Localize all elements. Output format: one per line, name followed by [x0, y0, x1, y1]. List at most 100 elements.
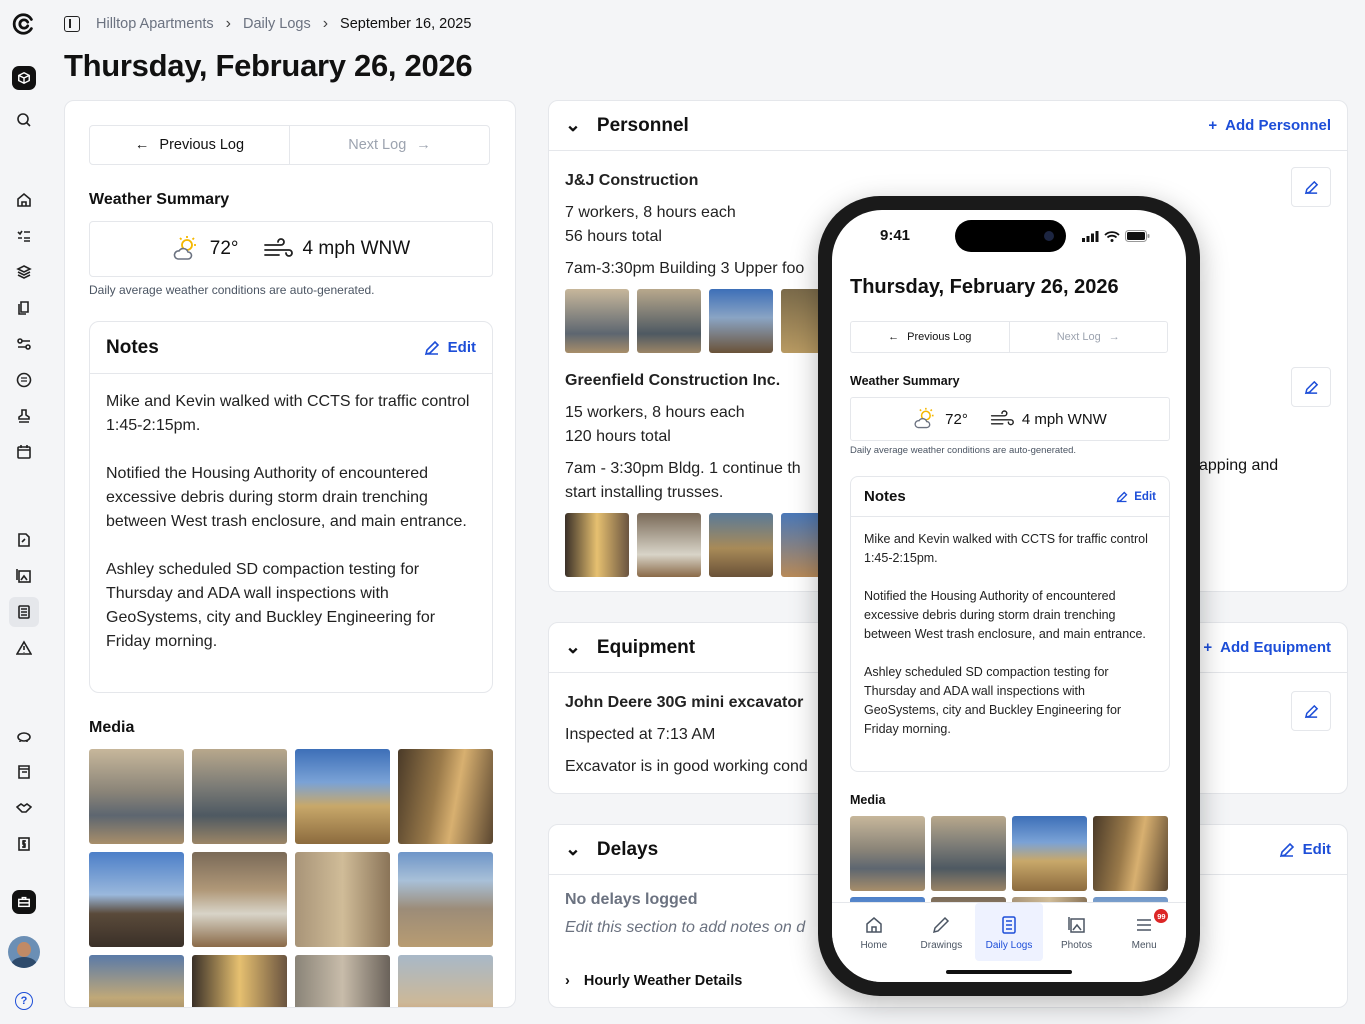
submittals-icon[interactable] [12, 528, 36, 552]
work-description-overflow: apping and [1199, 457, 1279, 474]
arrow-left-icon: ← [134, 137, 150, 153]
delays-edit-button[interactable]: Edit [1279, 841, 1331, 858]
status-time: 9:41 [880, 227, 911, 244]
next-log-button[interactable]: Next Log → [290, 126, 489, 164]
media-photo[interactable] [192, 749, 287, 844]
settings-sliders-icon[interactable] [12, 332, 36, 356]
ledger-icon[interactable] [12, 760, 36, 784]
company-name: J&J Construction [565, 172, 699, 189]
arrow-right-icon: → [416, 137, 431, 153]
media-photo[interactable] [565, 513, 629, 577]
calendar-icon[interactable] [12, 440, 36, 464]
partly-sunny-icon [173, 236, 196, 260]
note-paragraph: Notified the Housing Authority of encoun… [864, 589, 1146, 641]
phone-next-log-button[interactable]: Next Log → [1010, 322, 1168, 352]
plus-icon: + [1208, 117, 1218, 134]
media-photo[interactable] [398, 852, 493, 947]
weather-summary: 72° 4 mph WNW [89, 221, 493, 277]
weather-summary-heading: Weather Summary [89, 191, 230, 208]
media-photo[interactable] [1012, 816, 1087, 891]
search-icon[interactable] [12, 108, 36, 132]
dollar-icon[interactable] [12, 832, 36, 856]
media-photo[interactable] [637, 289, 701, 353]
rfi-icon[interactable] [12, 368, 36, 392]
chevron-down-icon[interactable]: ⌄ [565, 838, 581, 861]
hours-total: 120 hours total [565, 428, 671, 445]
media-photo[interactable] [295, 749, 390, 844]
partly-sunny-icon [914, 407, 934, 429]
add-personnel-button[interactable]: + Add Personnel [1208, 117, 1331, 134]
media-photo[interactable] [89, 749, 184, 844]
edit-equipment-button[interactable] [1291, 691, 1331, 731]
note-paragraph: Mike and Kevin walked with CCTS for traf… [106, 393, 470, 434]
battery-icon [1125, 230, 1150, 242]
edit-personnel-button[interactable] [1291, 167, 1331, 207]
media-photo[interactable] [89, 852, 184, 947]
hourly-weather-toggle[interactable]: › Hourly Weather Details [565, 973, 742, 989]
daily-logs-icon [1002, 916, 1016, 934]
pencil-icon [1304, 180, 1318, 194]
delays-heading: Delays [596, 838, 659, 860]
media-photo[interactable] [192, 852, 287, 947]
photos-icon[interactable] [12, 564, 36, 588]
toolbox-icon[interactable] [12, 890, 36, 914]
phone-weather-summary: 72° 4 mph WNW [850, 397, 1170, 441]
layers-icon[interactable] [12, 260, 36, 284]
chevron-down-icon[interactable]: ⌄ [565, 636, 581, 659]
equipment-heading: Equipment [596, 636, 696, 658]
documents-icon[interactable] [12, 296, 36, 320]
tab-home[interactable]: Home [840, 903, 908, 982]
personnel-photos [565, 513, 845, 577]
phone-wind: 4 mph WNW [1021, 410, 1107, 428]
personnel-heading: Personnel [596, 114, 689, 136]
delays-hint: Edit this section to add notes on d [565, 919, 806, 936]
company-name: Greenfield Construction Inc. [565, 372, 781, 389]
project-box-icon[interactable] [12, 66, 36, 90]
media-photo[interactable] [931, 816, 1006, 891]
home-icon[interactable] [12, 188, 36, 212]
work-description: 7am-3:30pm Building 3 Upper foo [565, 260, 805, 277]
media-photo[interactable] [295, 852, 390, 947]
media-photo[interactable] [637, 513, 701, 577]
tab-menu[interactable]: Menu 99 [1110, 903, 1178, 982]
media-photo[interactable] [1093, 816, 1168, 891]
media-photo[interactable] [709, 513, 773, 577]
phone-notes-edit-button[interactable]: Edit [1116, 491, 1156, 503]
phone-notes-heading: Notes [864, 488, 906, 505]
phone-mockup: 9:41 Thursday, February 26, 2026 ← Previo… [818, 196, 1200, 996]
media-photo[interactable] [565, 289, 629, 353]
sidebar-toggle-icon[interactable] [64, 16, 80, 32]
chevron-down-icon[interactable]: ⌄ [565, 114, 581, 137]
notes-edit-button[interactable]: Edit [424, 339, 476, 356]
previous-log-button[interactable]: ← Previous Log [90, 126, 290, 164]
warning-icon[interactable] [12, 636, 36, 660]
breadcrumb-daily-logs[interactable]: Daily Logs [243, 16, 311, 32]
media-photo[interactable] [398, 749, 493, 844]
media-photo[interactable] [850, 816, 925, 891]
media-photo[interactable] [398, 955, 493, 1007]
add-equipment-button[interactable]: + Add Equipment [1203, 639, 1331, 656]
tasks-icon[interactable] [12, 224, 36, 248]
stamp-icon[interactable] [12, 404, 36, 428]
personnel-entry: Greenfield Construction Inc. 15 workers,… [565, 369, 801, 505]
help-icon[interactable]: ? [15, 992, 33, 1010]
phone-previous-log-button[interactable]: ← Previous Log [851, 322, 1010, 352]
daily-logs-icon[interactable] [9, 597, 39, 627]
breadcrumb-project[interactable]: Hilltop Apartments [96, 16, 214, 32]
tab-daily-logs[interactable]: Daily Logs [975, 903, 1043, 961]
media-photo[interactable] [89, 955, 184, 1007]
breadcrumb-current: September 16, 2025 [340, 16, 472, 32]
avatar[interactable] [8, 936, 40, 968]
media-photo[interactable] [192, 955, 287, 1007]
chevron-right-icon: › [225, 15, 231, 32]
media-photo[interactable] [295, 955, 390, 1007]
work-description: 7am - 3:30pm Bldg. 1 continue th [565, 460, 801, 477]
piggy-bank-icon[interactable] [12, 724, 36, 748]
equipment-entry: John Deere 30G mini excavator Inspected … [565, 691, 808, 779]
arrow-left-icon: ← [888, 331, 900, 343]
phone-media-heading: Media [850, 793, 886, 807]
edit-personnel-button[interactable] [1291, 367, 1331, 407]
media-photo[interactable] [709, 289, 773, 353]
app-logo-icon[interactable] [12, 12, 36, 36]
handshake-icon[interactable] [12, 796, 36, 820]
